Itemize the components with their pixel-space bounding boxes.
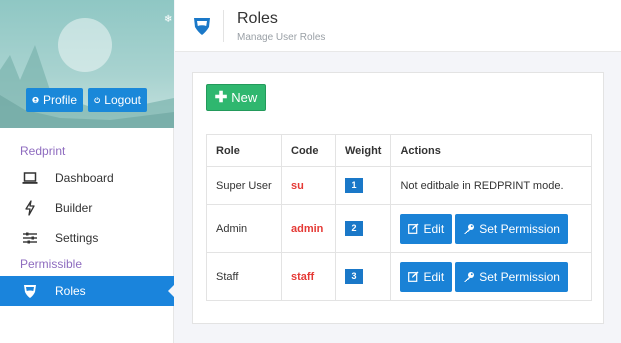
edit-label: Edit — [423, 221, 445, 236]
weight-badge: 3 — [345, 269, 363, 284]
role-cell: Admin — [206, 204, 282, 253]
weight-cell: 3 — [334, 252, 392, 301]
code-cell: admin — [281, 204, 336, 253]
page-title: Roles — [237, 10, 278, 27]
edit-icon — [408, 271, 419, 282]
sidebar: ❄ Profile Logout Redprint Dashboard Buil… — [0, 0, 175, 343]
sidebar-item-label: Roles — [55, 284, 86, 298]
shield-icon — [193, 16, 211, 41]
logout-label: Logout — [104, 93, 141, 107]
role-cell: Staff — [206, 252, 282, 301]
sidebar-item-label: Settings — [55, 231, 99, 245]
table-row: Super User su 1 Not editbale in REDPRINT… — [206, 166, 592, 205]
role-cell: Super User — [206, 166, 282, 205]
sidebar-item-settings[interactable]: Settings — [0, 223, 174, 253]
table-row: Staff staff 3 Edit Set Permission — [206, 252, 592, 301]
section-permissible: Permissible — [20, 257, 83, 271]
plus-icon: ✚ — [214, 89, 228, 106]
set-permission-label: Set Permission — [479, 269, 560, 284]
actions-cell: Edit Set Permission — [390, 252, 592, 301]
sidebar-item-roles[interactable]: Roles — [0, 276, 175, 306]
laptop-icon — [22, 170, 38, 186]
column-header-code: Code — [281, 134, 336, 167]
key-icon — [464, 223, 475, 234]
header-divider — [223, 10, 224, 42]
key-icon — [464, 271, 475, 282]
set-permission-button[interactable]: Set Permission — [455, 261, 568, 292]
weight-cell: 2 — [334, 204, 392, 253]
profile-label: Profile — [42, 93, 77, 107]
code-cell: staff — [281, 252, 336, 301]
table-header-row: Role Code Weight Actions — [206, 134, 592, 167]
sidebar-item-label: Builder — [55, 201, 93, 215]
sidebar-item-label: Dashboard — [55, 171, 114, 185]
roles-table: Role Code Weight Actions Super User su 1… — [206, 134, 592, 301]
column-header-weight: Weight — [334, 134, 392, 167]
set-permission-label: Set Permission — [479, 221, 560, 236]
edit-button[interactable]: Edit — [400, 213, 453, 244]
user-circle-icon — [32, 96, 39, 104]
actions-note: Not editbale in REDPRINT mode. — [390, 166, 592, 205]
section-redprint: Redprint — [20, 144, 66, 158]
edit-label: Edit — [423, 269, 445, 284]
shield-icon — [22, 283, 38, 299]
weight-cell: 1 — [334, 166, 392, 205]
page-subtitle: Manage User Roles — [237, 32, 326, 43]
avatar[interactable] — [58, 18, 112, 72]
column-header-actions: Actions — [390, 134, 592, 167]
table-row: Admin admin 2 Edit Set Permission — [206, 204, 592, 253]
page-header: Roles Manage User Roles — [175, 0, 621, 52]
new-button-label: New — [231, 90, 258, 105]
new-role-button[interactable]: ✚ New — [206, 84, 266, 111]
roles-card: ✚ New Role Code Weight Actions Super Use… — [192, 72, 604, 324]
bolt-icon — [22, 200, 38, 216]
code-cell: su — [281, 166, 336, 205]
sidebar-item-dashboard[interactable]: Dashboard — [0, 163, 174, 193]
sidebar-item-builder[interactable]: Builder — [0, 193, 174, 223]
power-icon — [94, 97, 100, 104]
actions-cell: Edit Set Permission — [390, 204, 592, 253]
weight-badge: 1 — [345, 178, 363, 193]
column-header-role: Role — [206, 134, 282, 167]
edit-icon — [408, 223, 419, 234]
profile-button[interactable]: Profile — [26, 88, 83, 112]
snowflake-icon: ❄ — [164, 14, 173, 25]
sliders-icon — [22, 230, 38, 246]
sidebar-header: ❄ Profile Logout — [0, 0, 174, 128]
weight-badge: 2 — [345, 221, 363, 236]
logout-button[interactable]: Logout — [88, 88, 147, 112]
edit-button[interactable]: Edit — [400, 261, 453, 292]
set-permission-button[interactable]: Set Permission — [455, 213, 568, 244]
